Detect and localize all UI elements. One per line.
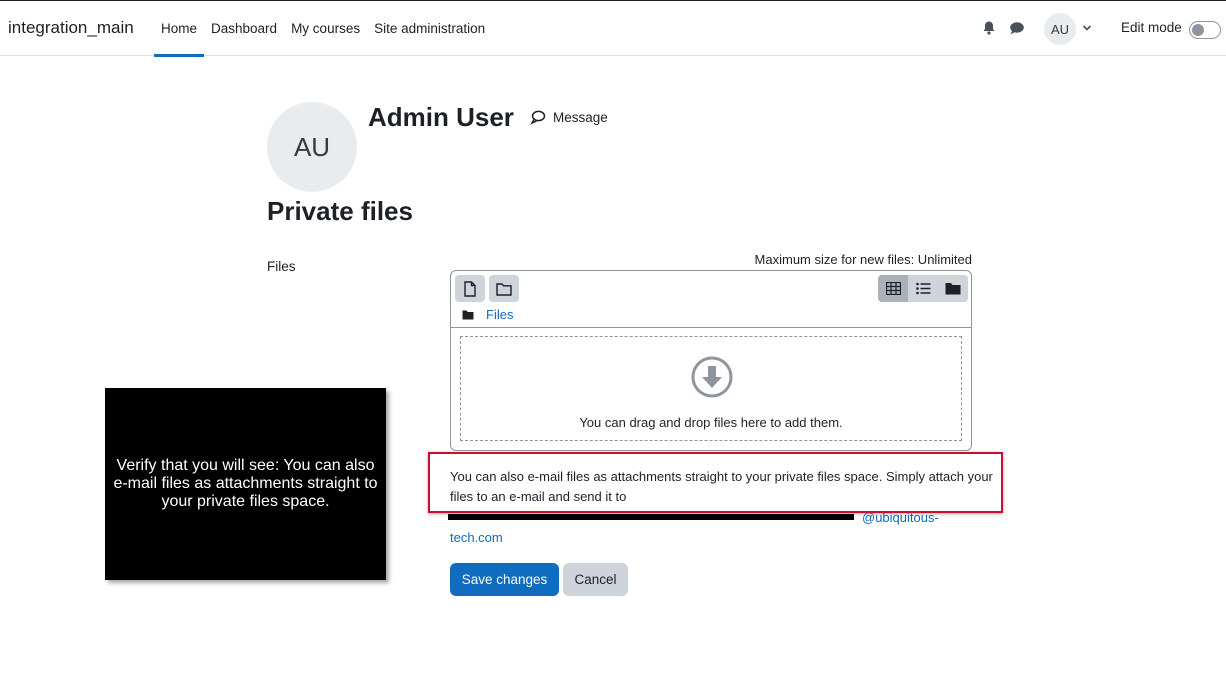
add-file-button[interactable] (455, 275, 485, 302)
file-manager: Files You can drag and drop files here t… (450, 270, 972, 451)
view-list-button[interactable] (908, 275, 938, 302)
email-address-link-part2[interactable]: tech.com (450, 530, 503, 545)
file-drop-zone[interactable]: You can drag and drop files here to add … (460, 336, 962, 441)
files-field-label: Files (267, 259, 296, 274)
create-folder-button[interactable] (489, 275, 519, 302)
bell-icon[interactable] (981, 20, 997, 36)
folder-icon (462, 310, 474, 319)
message-label: Message (553, 109, 608, 125)
cancel-button[interactable]: Cancel (563, 563, 628, 596)
nav-home[interactable]: Home (154, 1, 205, 57)
page-title: Private files (267, 196, 413, 226)
verification-tooltip: Verify that you will see: You can also e… (105, 388, 386, 580)
nav-dashboard[interactable]: Dashboard (204, 1, 284, 56)
max-file-size-text: Maximum size for new files: Unlimited (754, 252, 972, 267)
user-menu-avatar[interactable]: AU (1044, 13, 1076, 45)
toggle-knob (1192, 24, 1204, 36)
folder-icon (945, 283, 961, 295)
path-link-files[interactable]: Files (486, 307, 513, 322)
edit-mode-toggle[interactable] (1189, 21, 1221, 39)
toolbar-divider (451, 327, 971, 328)
redaction-bar (448, 514, 854, 520)
profile-avatar: AU (267, 102, 357, 192)
file-icon (464, 280, 476, 297)
profile-name: Admin User (368, 102, 514, 132)
chat-icon[interactable] (1009, 20, 1025, 36)
list-icon (915, 282, 930, 295)
view-icons-button[interactable] (878, 275, 908, 302)
view-tree-button[interactable] (938, 275, 968, 302)
nav-site-administration[interactable]: Site administration (367, 1, 492, 56)
highlighted-email-instructions: You can also e-mail files as attachments… (428, 452, 1003, 513)
message-button[interactable]: Message (530, 109, 608, 125)
file-path-breadcrumb: Files (462, 307, 513, 322)
save-changes-button[interactable]: Save changes (450, 563, 559, 596)
nav-my-courses[interactable]: My courses (284, 1, 367, 56)
view-mode-switcher (878, 275, 968, 302)
download-arrow-icon (691, 356, 733, 398)
site-brand[interactable]: integration_main (8, 18, 134, 38)
primary-navigation: Home Dashboard My courses Site administr… (154, 1, 492, 57)
drop-zone-text: You can drag and drop files here to add … (579, 415, 843, 430)
edit-mode-label: Edit mode (1121, 20, 1182, 35)
chevron-down-icon[interactable] (1082, 23, 1092, 33)
grid-icon (885, 282, 901, 295)
speech-bubble-icon (530, 110, 546, 125)
folder-outline-icon (496, 282, 512, 296)
top-navbar: integration_main Home Dashboard My cours… (0, 0, 1226, 57)
